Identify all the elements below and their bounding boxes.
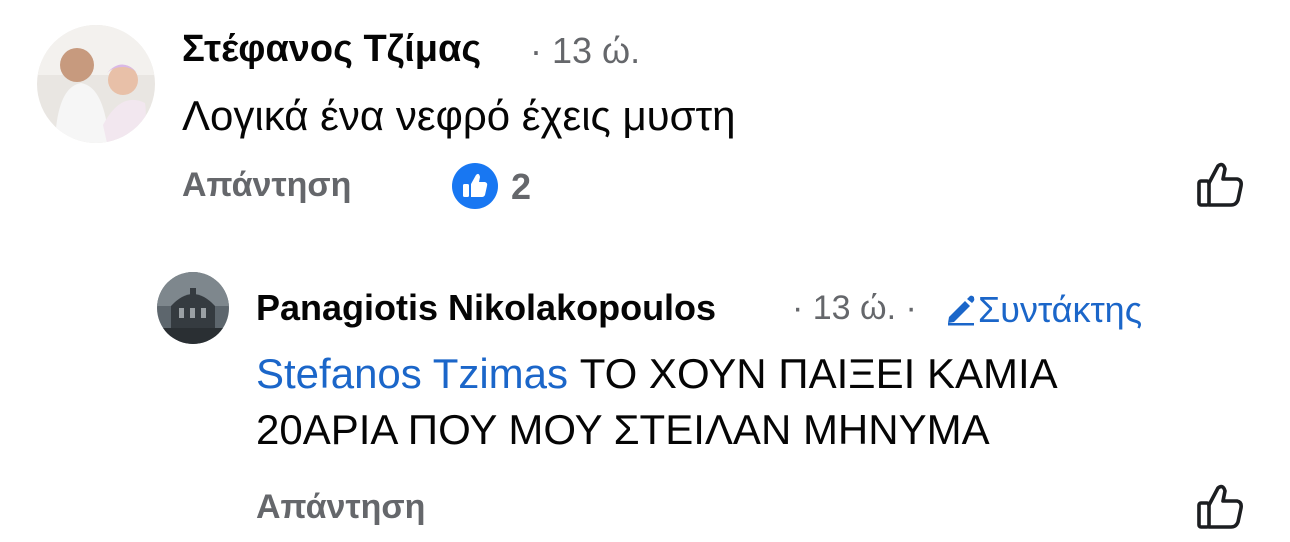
thumbs-up-outline-icon[interactable] [1196,482,1246,532]
avatar[interactable] [157,272,229,344]
author-role-label: Συντάκτης [978,289,1143,330]
comment-timestamp[interactable]: · 13 ώ. [530,30,640,72]
comment-thread: Στέφανος Τζίμας · 13 ώ. Λογικά ένα νεφρό… [0,0,1290,542]
avatar[interactable] [37,25,155,143]
comment-text: Λογικά ένα νεφρό έχεις μυστη [182,92,736,139]
like-badge-icon[interactable] [452,163,498,209]
reaction-count[interactable]: 2 [511,166,531,208]
reply-author-name[interactable]: Panagiotis Nikolakopoulos [256,287,716,329]
reply-timestamp[interactable]: · 13 ώ. · [792,289,917,328]
comment-author-name[interactable]: Στέφανος Τζίμας [182,28,481,71]
thumbs-up-outline-icon[interactable] [1196,160,1246,210]
reply-button[interactable]: Απάντηση [182,166,351,205]
reply-text-line-2: 20ΑΡΙΑ ΠΟΥ ΜΟΥ ΣΤΕΙΛΑΝ ΜΗΝΥΜΑ [256,406,990,453]
reply-text: Stefanos Tzimas ΤΟ ΧΟΥΝ ΠΑΙΞΕΙ ΚΑΜΙΑ [256,346,1058,402]
reply-text-line-1: ΤΟ ΧΟΥΝ ΠΑΙΞΕΙ ΚΑΜΙΑ [568,350,1058,397]
pen-icon [944,292,978,326]
reply-button[interactable]: Απάντηση [256,488,425,527]
mentioned-user-link[interactable]: Stefanos Tzimas [256,350,568,397]
author-role-badge: Συντάκτης [944,289,1142,331]
